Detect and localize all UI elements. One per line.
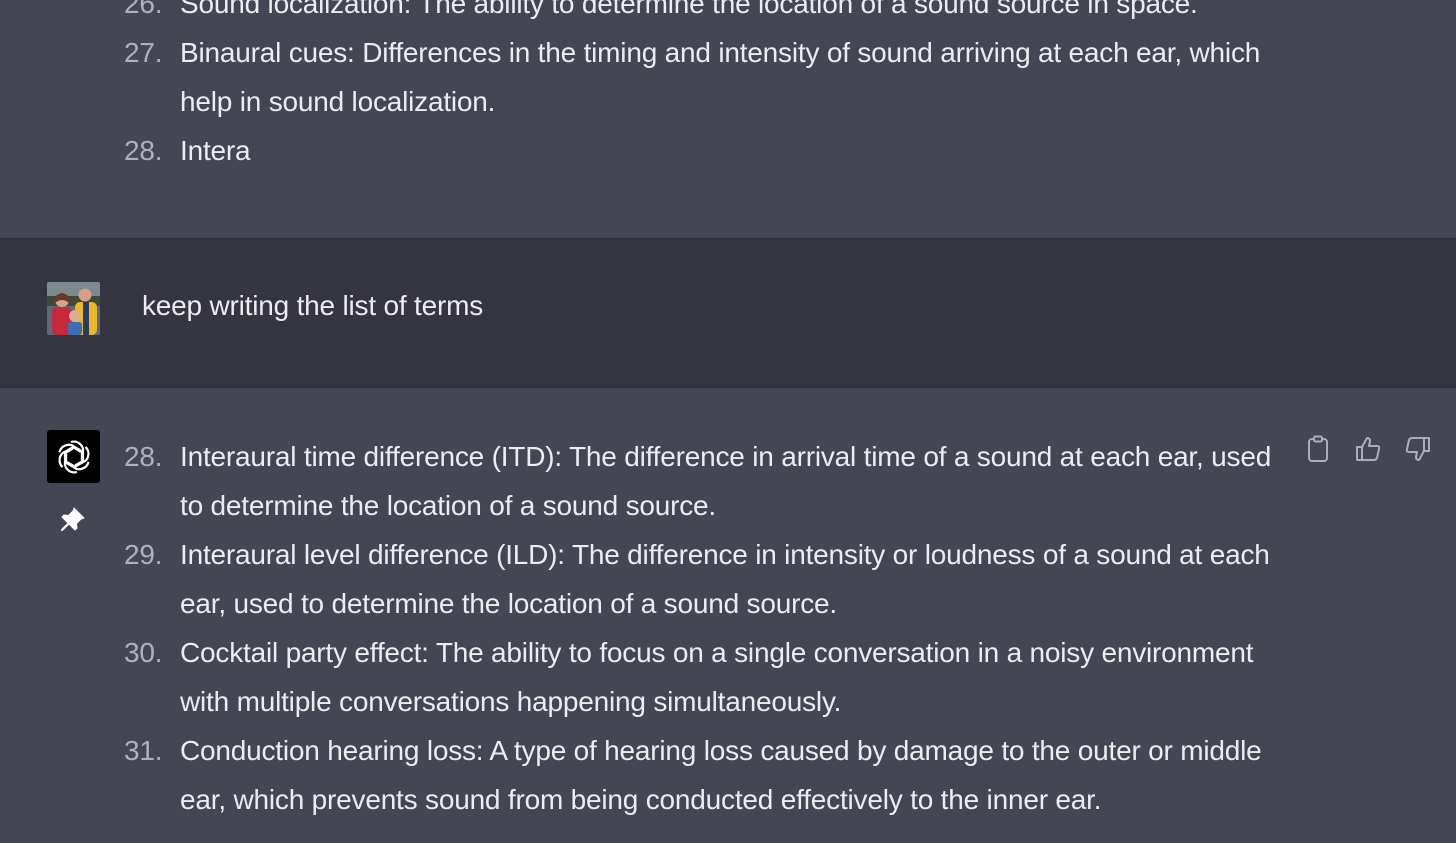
list-number: 30. bbox=[124, 637, 163, 668]
user-family-photo bbox=[47, 282, 100, 335]
user-message-text: keep writing the list of terms bbox=[142, 290, 484, 321]
list-text: Sound localization: The ability to deter… bbox=[180, 0, 1198, 19]
list-item: 28. Intera bbox=[124, 126, 1284, 175]
terms-list: 28. Interaural time difference (ITD): Th… bbox=[124, 432, 1284, 824]
thumbs-up-icon bbox=[1356, 437, 1381, 461]
terms-list: 26. Sound localization: The ability to d… bbox=[124, 0, 1284, 175]
list-number: 29. bbox=[124, 539, 163, 570]
pin-icon[interactable] bbox=[59, 505, 87, 533]
thumbs-down-icon bbox=[1405, 437, 1430, 461]
list-text: Conduction hearing loss: A type of heari… bbox=[180, 735, 1262, 815]
assistant-message-previous: 26. Sound localization: The ability to d… bbox=[0, 0, 1456, 238]
list-item: 29. Interaural level difference (ILD): T… bbox=[124, 530, 1284, 628]
thumbs-up-button[interactable] bbox=[1353, 434, 1383, 464]
assistant-avatar bbox=[47, 430, 100, 483]
list-item: 31. Conduction hearing loss: A type of h… bbox=[124, 726, 1284, 824]
user-message: keep writing the list of terms bbox=[0, 238, 1456, 388]
list-item: 28. Interaural time difference (ITD): Th… bbox=[124, 432, 1284, 530]
list-text: Intera bbox=[180, 135, 251, 166]
message-actions bbox=[1303, 434, 1433, 464]
assistant-message: 28. Interaural time difference (ITD): Th… bbox=[0, 388, 1456, 843]
list-text: Interaural time difference (ITD): The di… bbox=[180, 441, 1272, 521]
list-number: 27. bbox=[124, 37, 163, 68]
list-item: 26. Sound localization: The ability to d… bbox=[124, 0, 1284, 28]
copy-button[interactable] bbox=[1303, 434, 1333, 464]
list-text: Cocktail party effect: The ability to fo… bbox=[180, 637, 1254, 717]
list-text: Interaural level difference (ILD): The d… bbox=[180, 539, 1270, 619]
openai-logo-icon bbox=[57, 440, 90, 473]
list-text: Binaural cues: Differences in the timing… bbox=[180, 37, 1261, 117]
list-item: 27. Binaural cues: Differences in the ti… bbox=[124, 28, 1284, 126]
list-number: 31. bbox=[124, 735, 163, 766]
list-number: 28. bbox=[124, 441, 163, 472]
thumbs-down-button[interactable] bbox=[1403, 434, 1433, 464]
list-number: 26. bbox=[124, 0, 163, 19]
list-number: 28. bbox=[124, 135, 163, 166]
copy-icon bbox=[1308, 435, 1328, 462]
user-avatar bbox=[47, 282, 100, 335]
list-item: 30. Cocktail party effect: The ability t… bbox=[124, 628, 1284, 726]
